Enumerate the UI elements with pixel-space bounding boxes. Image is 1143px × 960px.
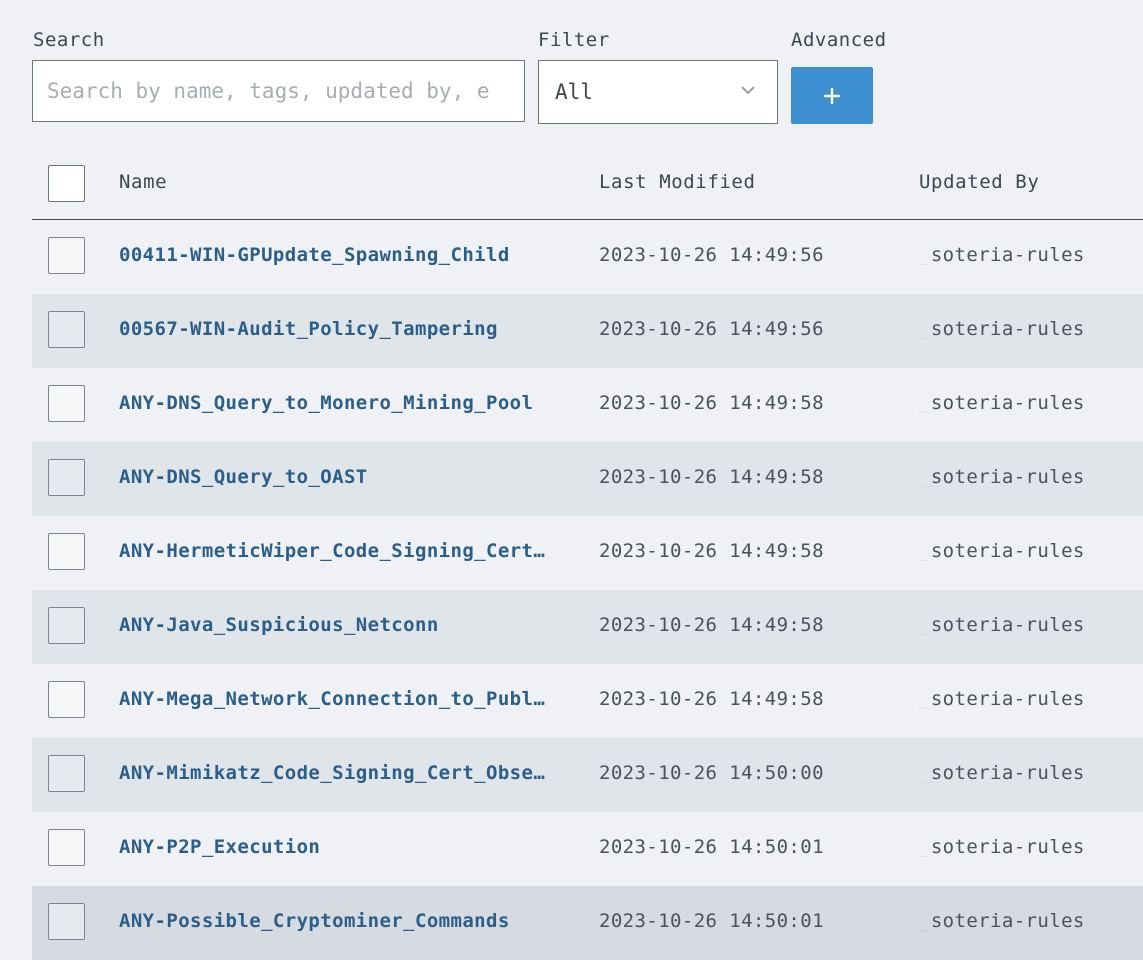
updated-by-cell: _soteria-rules (919, 246, 1085, 265)
rule-name-link[interactable]: ANY-Mimikatz_Code_Signing_Cert_Obse… (119, 764, 559, 783)
rule-name-link[interactable]: ANY-DNS_Query_to_OAST (119, 468, 559, 487)
updated-by-cell: _soteria-rules (919, 394, 1085, 413)
last-modified-cell: 2023-10-26 14:49:58 (599, 468, 824, 487)
chevron-down-icon (741, 86, 755, 95)
rule-name-link[interactable]: ANY-Mega_Network_Connection_to_Publ… (119, 690, 559, 709)
row-checkbox[interactable] (48, 533, 85, 570)
advanced-label: Advanced (791, 29, 887, 51)
updated-by-cell: _soteria-rules (919, 320, 1085, 339)
last-modified-cell: 2023-10-26 14:49:58 (599, 542, 824, 561)
table-row[interactable]: ANY-Possible_Cryptominer_Commands 2023-1… (32, 886, 1143, 960)
last-modified-cell: 2023-10-26 14:49:58 (599, 690, 824, 709)
column-header-last-modified[interactable]: Last Modified (599, 173, 756, 192)
updated-by-cell: _soteria-rules (919, 838, 1085, 857)
search-input[interactable] (32, 60, 525, 122)
rule-name-link[interactable]: ANY-DNS_Query_to_Monero_Mining_Pool (119, 394, 559, 413)
rule-name-link[interactable]: ANY-HermeticWiper_Code_Signing_Cert… (119, 542, 559, 561)
rule-name-link[interactable]: ANY-Possible_Cryptominer_Commands (119, 912, 559, 931)
last-modified-cell: 2023-10-26 14:49:58 (599, 616, 824, 635)
last-modified-cell: 2023-10-26 14:49:58 (599, 394, 824, 413)
row-checkbox[interactable] (48, 755, 85, 792)
row-checkbox[interactable] (48, 681, 85, 718)
table-row[interactable]: ANY-DNS_Query_to_Monero_Mining_Pool 2023… (32, 368, 1143, 442)
last-modified-cell: 2023-10-26 14:49:56 (599, 246, 824, 265)
table-row[interactable]: ANY-HermeticWiper_Code_Signing_Cert… 202… (32, 516, 1143, 590)
last-modified-cell: 2023-10-26 14:50:01 (599, 912, 824, 931)
table-row[interactable]: 00567-WIN-Audit_Policy_Tampering 2023-10… (32, 294, 1143, 368)
table-row[interactable]: ANY-DNS_Query_to_OAST 2023-10-26 14:49:5… (32, 442, 1143, 516)
updated-by-cell: _soteria-rules (919, 764, 1085, 783)
row-checkbox[interactable] (48, 237, 85, 274)
updated-by-cell: _soteria-rules (919, 616, 1085, 635)
table-row[interactable]: ANY-Java_Suspicious_Netconn 2023-10-26 1… (32, 590, 1143, 664)
rule-name-link[interactable]: ANY-Java_Suspicious_Netconn (119, 616, 559, 635)
updated-by-cell: _soteria-rules (919, 912, 1085, 931)
last-modified-cell: 2023-10-26 14:50:01 (599, 838, 824, 857)
updated-by-cell: _soteria-rules (919, 542, 1085, 561)
last-modified-cell: 2023-10-26 14:50:00 (599, 764, 824, 783)
updated-by-cell: _soteria-rules (919, 468, 1085, 487)
table-row[interactable]: ANY-Mimikatz_Code_Signing_Cert_Obse… 202… (32, 738, 1143, 812)
select-all-checkbox[interactable] (48, 165, 85, 202)
row-checkbox[interactable] (48, 385, 85, 422)
filter-select[interactable]: All (538, 60, 778, 124)
rule-name-link[interactable]: ANY-P2P_Execution (119, 838, 559, 857)
row-checkbox[interactable] (48, 903, 85, 940)
row-checkbox[interactable] (48, 829, 85, 866)
filter-label: Filter (538, 29, 610, 51)
updated-by-cell: _soteria-rules (919, 690, 1085, 709)
last-modified-cell: 2023-10-26 14:49:56 (599, 320, 824, 339)
advanced-add-button[interactable] (791, 67, 873, 124)
filter-selected-value: All (555, 80, 593, 104)
column-header-name[interactable]: Name (119, 173, 167, 192)
row-checkbox[interactable] (48, 459, 85, 496)
search-label: Search (33, 29, 105, 51)
rule-name-link[interactable]: 00411-WIN-GPUpdate_Spawning_Child (119, 246, 559, 265)
plus-icon (824, 87, 840, 104)
table-body: 00411-WIN-GPUpdate_Spawning_Child 2023-1… (32, 220, 1143, 960)
rule-name-link[interactable]: 00567-WIN-Audit_Policy_Tampering (119, 320, 559, 339)
table-row[interactable]: ANY-P2P_Execution 2023-10-26 14:50:01 _s… (32, 812, 1143, 886)
table-header: Name Last Modified Updated By (32, 146, 1143, 220)
table-row[interactable]: 00411-WIN-GPUpdate_Spawning_Child 2023-1… (32, 220, 1143, 294)
table-row[interactable]: ANY-Mega_Network_Connection_to_Publ… 202… (32, 664, 1143, 738)
row-checkbox[interactable] (48, 607, 85, 644)
row-checkbox[interactable] (48, 311, 85, 348)
column-header-updated-by[interactable]: Updated By (919, 173, 1039, 192)
